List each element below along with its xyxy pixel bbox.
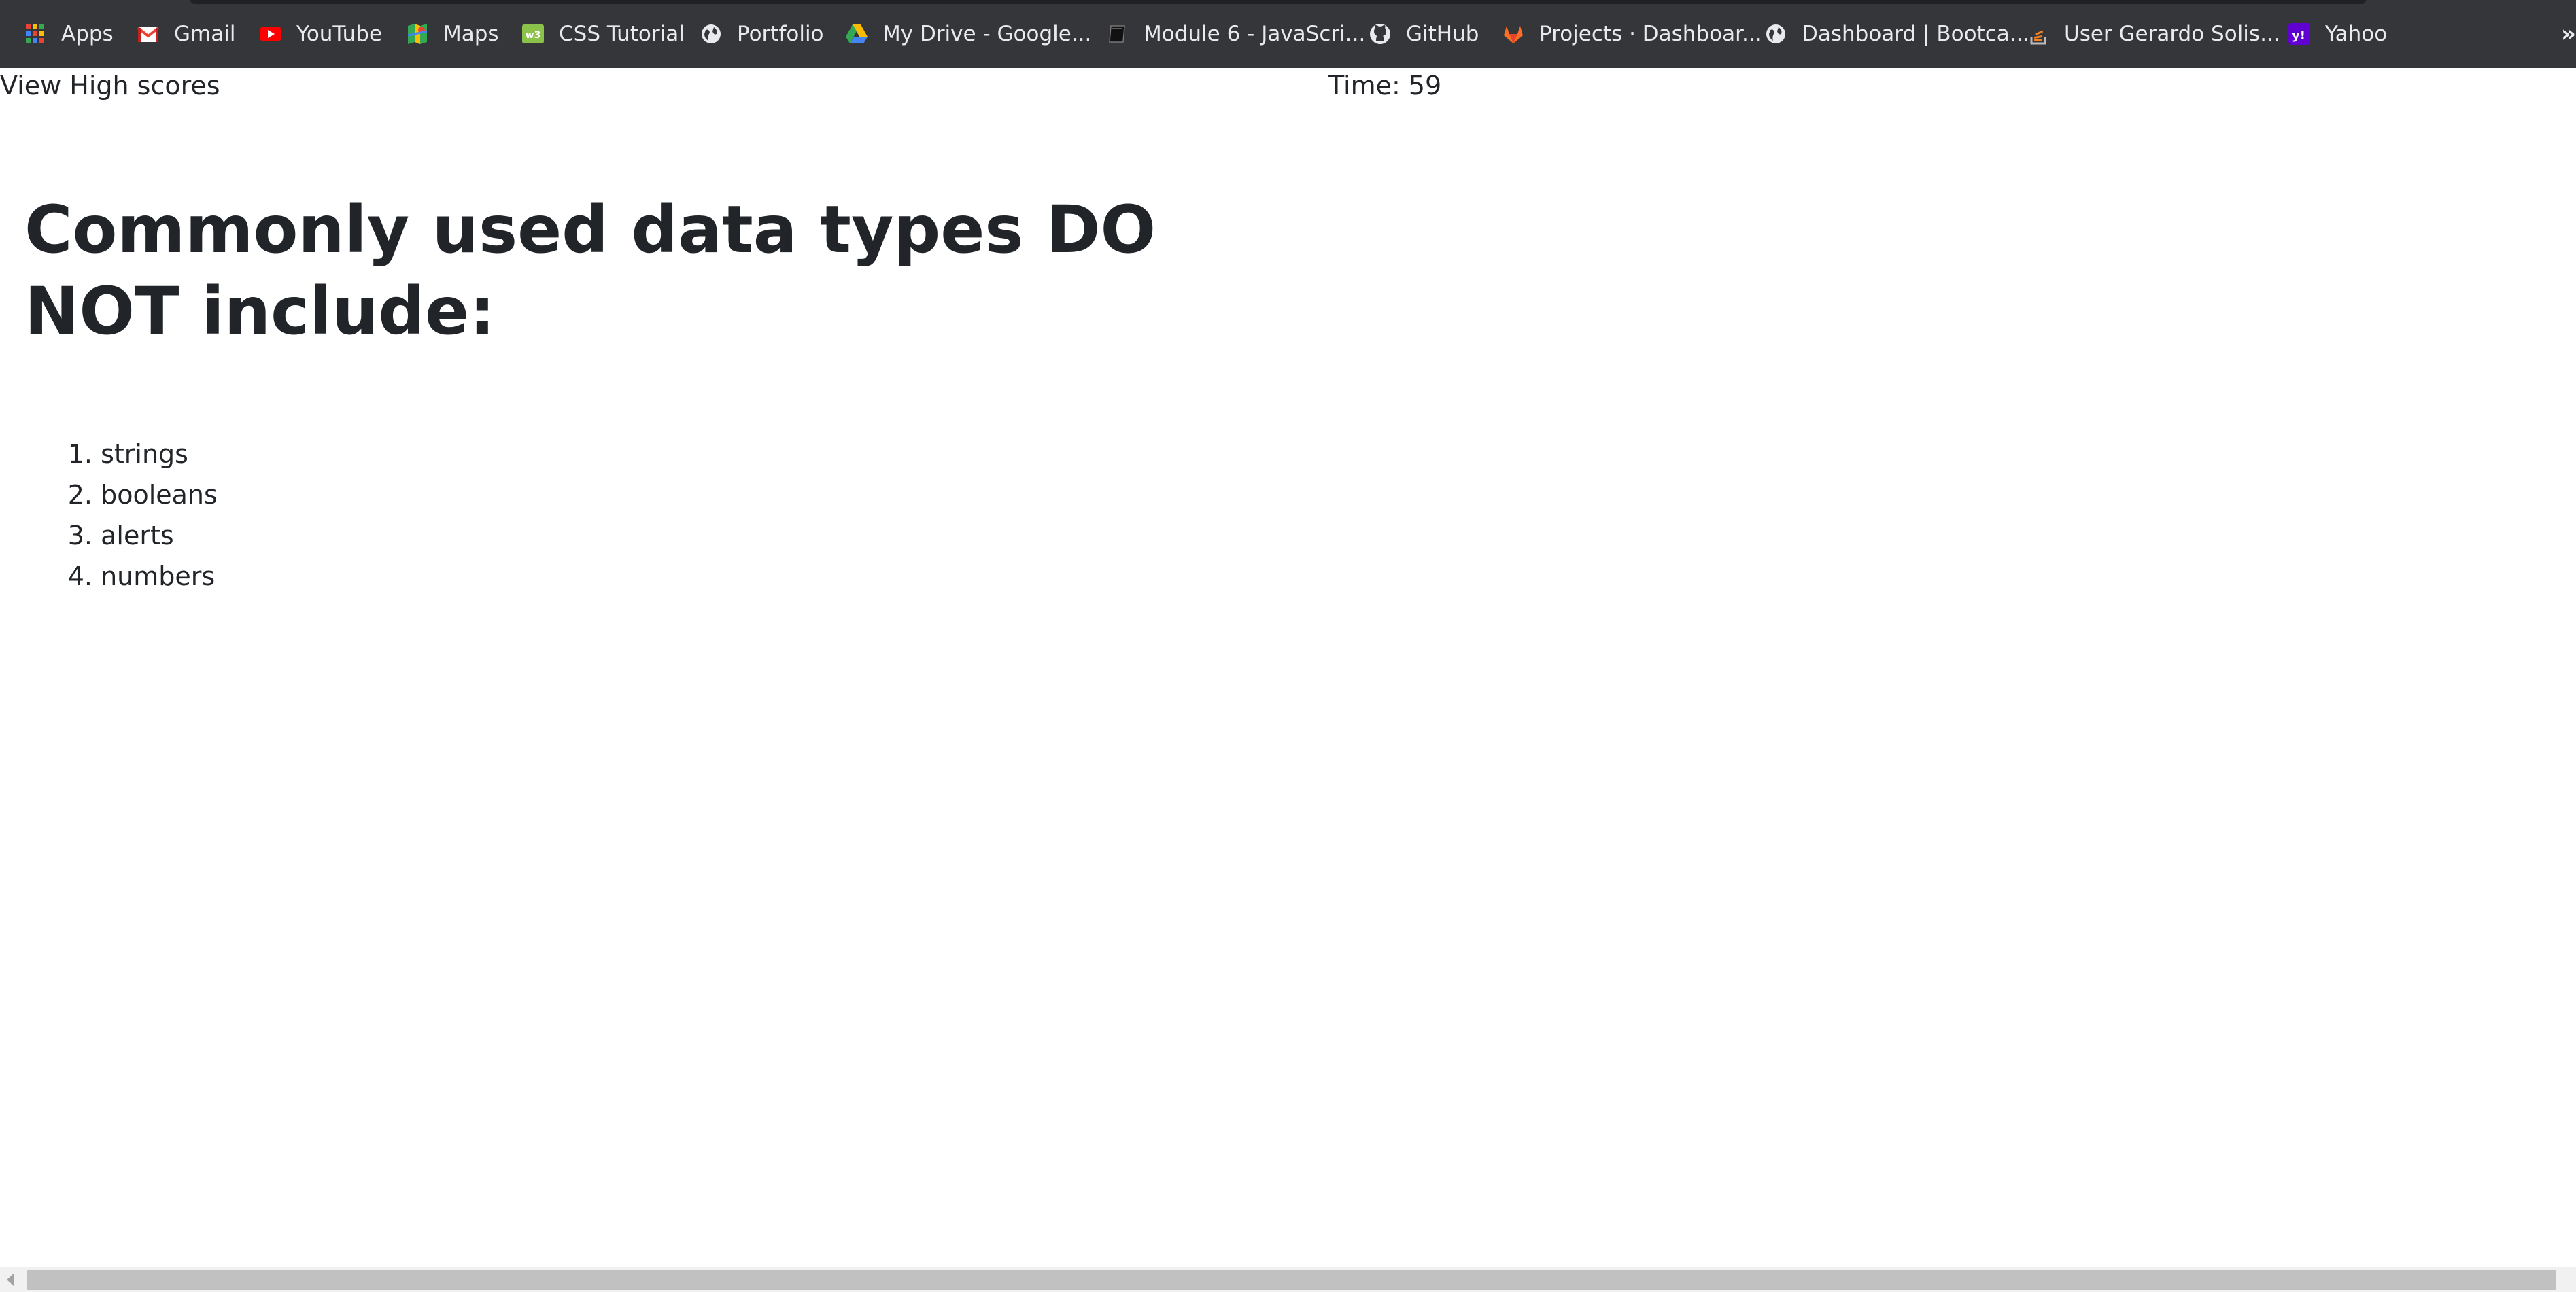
bookmark-label: User Gerardo Solis...: [2064, 22, 2280, 46]
apps-grid-icon: [23, 22, 48, 46]
bookmark-label: Maps: [443, 22, 499, 46]
bookmark-label: YouTube: [296, 22, 383, 46]
w3schools-icon: w3: [521, 22, 545, 46]
choice-text: numbers: [101, 561, 216, 591]
view-high-scores-link[interactable]: View High scores: [0, 71, 220, 101]
bookmark-label: CSS Tutorial: [559, 22, 685, 46]
yahoo-icon: y!: [2287, 22, 2312, 46]
maps-icon: [405, 22, 430, 46]
bookmark-user-gerardo[interactable]: User Gerardo Solis...: [2026, 18, 2280, 50]
bookmark-youtube[interactable]: YouTube: [258, 18, 382, 50]
bookmark-my-drive[interactable]: My Drive - Google...: [844, 18, 1091, 50]
globe-icon: [1764, 22, 1788, 46]
timer-display: Time: 59: [1328, 71, 1442, 101]
bookmark-label: Module 6 - JavaScri...: [1144, 22, 1366, 46]
bookmark-label: My Drive - Google...: [882, 22, 1092, 46]
choice-text: strings: [101, 439, 188, 469]
answer-choice[interactable]: 2. booleans: [0, 474, 218, 515]
choice-text: booleans: [101, 480, 218, 510]
horizontal-scrollbar[interactable]: [0, 1267, 2576, 1292]
choice-number: 2.: [67, 480, 92, 510]
bookmark-module-6[interactable]: Module 6 - JavaScri...: [1105, 18, 1365, 50]
globe-icon: [699, 22, 723, 46]
svg-text:y!: y!: [2292, 29, 2305, 43]
gmail-icon: [136, 22, 160, 46]
bookmark-label: Apps: [61, 22, 114, 46]
more-bookmarks-chevron-icon[interactable]: »: [2561, 20, 2576, 48]
bookmarks-bar: Apps Gmail YouTube Maps w3 CSS Tutorial …: [0, 0, 2576, 68]
bookmark-label: GitHub: [1406, 22, 1479, 46]
bookmark-dashboard-bootcamp[interactable]: Dashboard | Bootca...: [1764, 18, 2029, 50]
bookmark-portfolio[interactable]: Portfolio: [699, 18, 824, 50]
bookmark-label: Dashboard | Bootca...: [1802, 22, 2030, 46]
bookmark-yahoo[interactable]: y! Yahoo: [2287, 18, 2387, 50]
github-icon: [1368, 22, 1392, 46]
bookmark-github[interactable]: GitHub: [1368, 18, 1479, 50]
scrollbar-thumb[interactable]: [27, 1270, 2556, 1290]
answer-choice[interactable]: 1. strings: [0, 434, 218, 474]
choice-number: 4.: [67, 561, 92, 591]
answer-choices-list: 1. strings 2. booleans 3. alerts 4. numb…: [0, 434, 218, 597]
choice-number: 1.: [67, 439, 92, 469]
gitlab-icon: [1501, 22, 1526, 46]
bookmark-maps[interactable]: Maps: [405, 18, 499, 50]
bookmark-css-tutorial[interactable]: w3 CSS Tutorial: [521, 18, 685, 50]
bookmark-label: Portfolio: [737, 22, 824, 46]
svg-text:w3: w3: [526, 30, 541, 41]
question-heading: Commonly used data types DO NOT include:: [24, 192, 1156, 349]
answer-choice[interactable]: 4. numbers: [0, 556, 218, 597]
choice-number: 3.: [67, 521, 92, 551]
bookmark-projects-dashboard[interactable]: Projects · Dashboar...: [1501, 18, 1762, 50]
bookmark-label: Yahoo: [2325, 22, 2388, 46]
book-icon: [1105, 22, 1130, 46]
scroll-left-arrow-icon[interactable]: [7, 1274, 14, 1286]
answer-choice[interactable]: 3. alerts: [0, 515, 218, 556]
bookmark-gmail[interactable]: Gmail: [136, 18, 235, 50]
google-drive-icon: [844, 22, 869, 46]
bookmark-apps[interactable]: Apps: [23, 18, 114, 50]
tab-strip-edge: [190, 0, 2366, 4]
youtube-icon: [258, 22, 283, 46]
quiz-page: View High scores Time: 59 Commonly used …: [0, 68, 2576, 1267]
choice-text: alerts: [101, 521, 174, 551]
bookmark-label: Projects · Dashboar...: [1539, 22, 1762, 46]
bookmark-label: Gmail: [174, 22, 236, 46]
stackoverflow-icon: [2026, 22, 2050, 46]
